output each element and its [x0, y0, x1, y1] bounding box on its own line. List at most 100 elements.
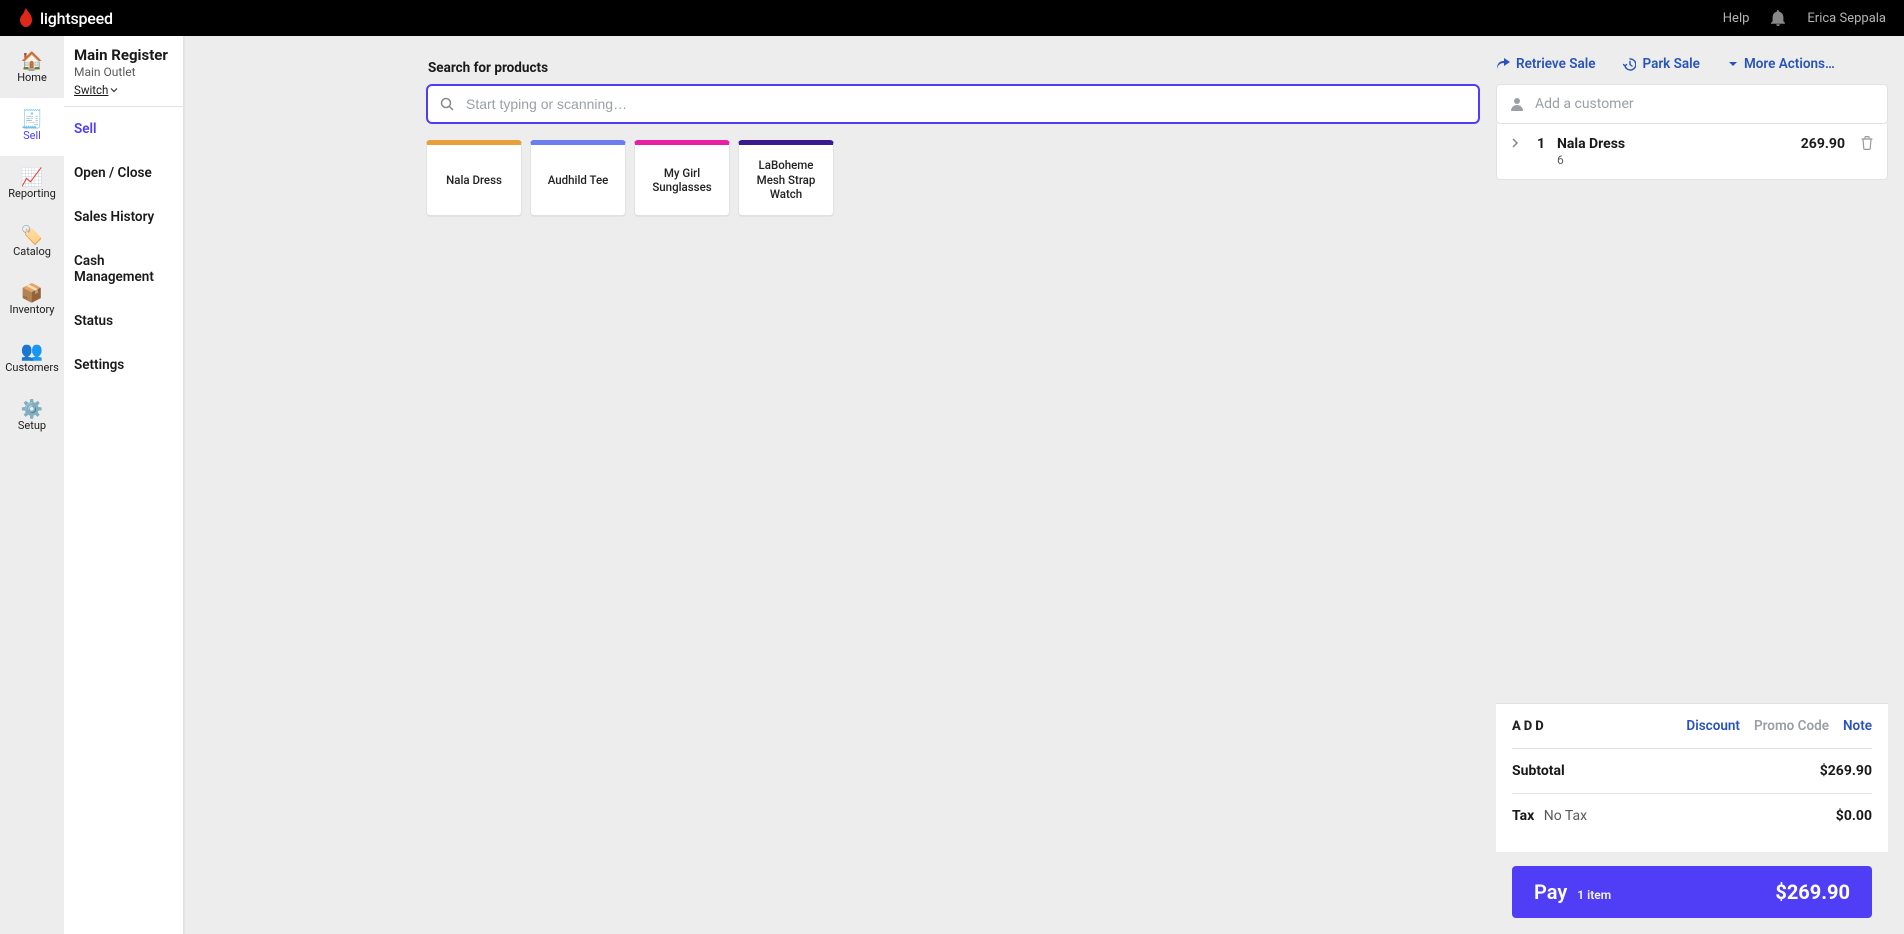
remove-line-item-button[interactable]: [1861, 136, 1873, 150]
subtotal-label: Subtotal: [1512, 763, 1565, 779]
subnav-item-sell[interactable]: Sell: [64, 107, 183, 151]
gear-icon: ⚙️: [21, 401, 43, 419]
brand: lightspeed: [18, 8, 113, 28]
cart-items: 1 Nala Dress 6 269.90: [1496, 124, 1888, 180]
rail-item-inventory[interactable]: 📦 Inventory: [0, 272, 64, 330]
cart-empty-space: [1496, 180, 1888, 703]
pay-button[interactable]: Pay 1 item $269.90: [1512, 866, 1872, 918]
topbar-right: Help Erica Seppala: [1723, 10, 1886, 26]
switch-register-link[interactable]: Switch: [74, 83, 118, 97]
line-item-name: Nala Dress: [1557, 136, 1789, 152]
quick-product-card[interactable]: LaBoheme Mesh Strap Watch: [738, 140, 834, 216]
subnav: Main Register Main Outlet Switch Sell Op…: [64, 36, 184, 934]
add-row: ADD Discount Promo Code Note: [1512, 718, 1872, 749]
person-icon: [1511, 97, 1523, 111]
totals-panel: ADD Discount Promo Code Note Subtotal $2…: [1496, 703, 1888, 852]
chevron-down-icon: [110, 86, 118, 94]
people-icon: 👥: [21, 343, 43, 361]
add-discount-link[interactable]: Discount: [1686, 718, 1740, 734]
park-sale-label: Park Sale: [1642, 56, 1699, 72]
pay-amount: $269.90: [1775, 880, 1850, 904]
tax-name: No Tax: [1544, 808, 1587, 824]
add-promo-link: Promo Code: [1754, 718, 1829, 734]
quick-product-card[interactable]: Nala Dress: [426, 140, 522, 216]
tax-value: $0.00: [1836, 808, 1872, 824]
help-link[interactable]: Help: [1723, 11, 1750, 26]
retrieve-sale-label: Retrieve Sale: [1516, 56, 1595, 72]
pay-item-count: 1 item: [1577, 888, 1611, 902]
register-icon: 🧾: [21, 111, 43, 129]
more-actions-label: More Actions…: [1744, 56, 1835, 72]
retrieve-sale-button[interactable]: Retrieve Sale: [1496, 56, 1595, 72]
add-note-link[interactable]: Note: [1843, 718, 1872, 734]
quick-product-name: Nala Dress: [446, 173, 502, 187]
quick-product-name: Audhild Tee: [548, 173, 609, 187]
subtotal-row: Subtotal $269.90: [1512, 749, 1872, 794]
outlet-name: Main Outlet: [74, 65, 173, 79]
quick-product-name: My Girl Sunglasses: [641, 166, 723, 195]
add-customer-placeholder: Add a customer: [1535, 96, 1634, 112]
cart-line-item[interactable]: 1 Nala Dress 6 269.90: [1497, 124, 1887, 179]
subnav-item-saleshistory[interactable]: Sales History: [64, 195, 183, 239]
more-actions-button[interactable]: More Actions…: [1728, 56, 1835, 72]
product-search-area: Search for products Nala Dress Audhild T…: [184, 36, 1480, 934]
tax-label-text: Tax: [1512, 808, 1534, 824]
product-search-box[interactable]: [426, 84, 1480, 124]
notifications-icon[interactable]: [1771, 10, 1785, 26]
line-item-name-block: Nala Dress 6: [1557, 136, 1789, 167]
register-title: Main Register: [74, 46, 173, 64]
rail-item-setup[interactable]: ⚙️ Setup: [0, 388, 64, 446]
product-search-input[interactable]: [464, 95, 1466, 113]
rail-label: Inventory: [9, 304, 54, 316]
subnav-item-cashmanagement[interactable]: Cash Management: [64, 239, 183, 299]
rail-label: Sell: [23, 130, 41, 142]
user-name[interactable]: Erica Seppala: [1807, 11, 1886, 26]
subtotal-value: $269.90: [1820, 763, 1872, 779]
nav-rail: 🏠 Home 🧾 Sell 📈 Reporting 🏷️ Catalog 📦 I…: [0, 36, 64, 934]
rail-label: Catalog: [13, 246, 51, 258]
tax-label: Tax No Tax: [1512, 808, 1587, 824]
rail-item-home[interactable]: 🏠 Home: [0, 40, 64, 98]
pay-label: Pay: [1534, 880, 1567, 904]
subnav-item-status[interactable]: Status: [64, 299, 183, 343]
box-icon: 📦: [21, 285, 43, 303]
park-sale-button[interactable]: Park Sale: [1623, 56, 1699, 72]
subnav-menu: Sell Open / Close Sales History Cash Man…: [64, 107, 183, 387]
sale-panel: Retrieve Sale Park Sale More Actions… Ad…: [1496, 36, 1888, 934]
add-customer-input[interactable]: Add a customer: [1496, 84, 1888, 124]
trash-icon: [1861, 136, 1873, 150]
line-item-qty: 1: [1531, 136, 1545, 152]
subnav-item-openclose[interactable]: Open / Close: [64, 151, 183, 195]
history-icon: [1623, 58, 1636, 71]
layout: 🏠 Home 🧾 Sell 📈 Reporting 🏷️ Catalog 📦 I…: [0, 36, 1904, 934]
quick-product-card[interactable]: Audhild Tee: [530, 140, 626, 216]
chevron-right-icon: [1511, 138, 1519, 148]
rail-label: Setup: [18, 420, 46, 432]
chart-icon: 📈: [21, 169, 43, 187]
home-icon: 🏠: [21, 53, 43, 71]
rail-item-sell[interactable]: 🧾 Sell: [0, 98, 64, 156]
subnav-item-settings[interactable]: Settings: [64, 343, 183, 387]
rail-label: Home: [17, 72, 47, 84]
rail-item-reporting[interactable]: 📈 Reporting: [0, 156, 64, 214]
flame-icon: [18, 8, 34, 28]
tag-icon: 🏷️: [21, 227, 43, 245]
quick-products: Nala Dress Audhild Tee My Girl Sunglasse…: [426, 140, 1480, 216]
rail-item-customers[interactable]: 👥 Customers: [0, 330, 64, 388]
brand-name: lightspeed: [40, 9, 113, 28]
topbar: lightspeed Help Erica Seppala: [0, 0, 1904, 36]
search-icon: [440, 97, 454, 111]
sale-actions: Retrieve Sale Park Sale More Actions…: [1496, 36, 1888, 84]
line-item-variant: 6: [1557, 153, 1789, 167]
quick-product-card[interactable]: My Girl Sunglasses: [634, 140, 730, 216]
line-item-price: 269.90: [1801, 136, 1845, 152]
main: Search for products Nala Dress Audhild T…: [184, 36, 1904, 934]
share-icon: [1496, 58, 1510, 70]
rail-label: Customers: [5, 362, 59, 374]
rail-label: Reporting: [8, 188, 56, 200]
switch-label: Switch: [74, 83, 108, 97]
quick-product-name: LaBoheme Mesh Strap Watch: [745, 158, 827, 201]
pay-wrap: Pay 1 item $269.90: [1496, 852, 1888, 934]
search-label: Search for products: [426, 60, 1480, 76]
rail-item-catalog[interactable]: 🏷️ Catalog: [0, 214, 64, 272]
